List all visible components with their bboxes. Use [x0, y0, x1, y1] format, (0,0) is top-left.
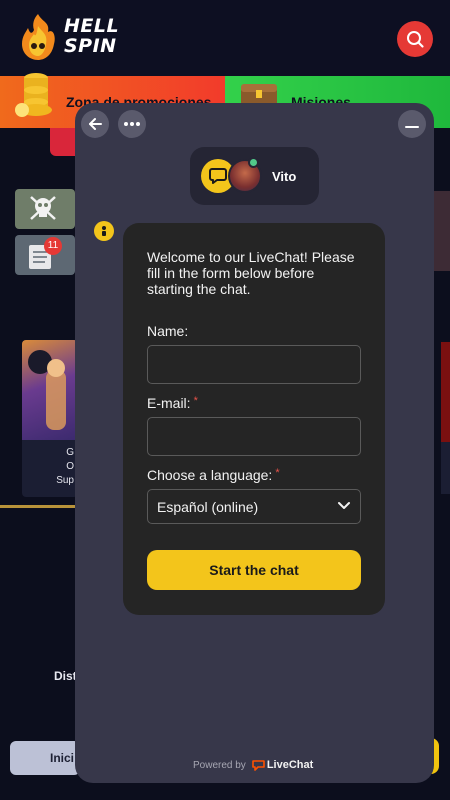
logo-text: HELL SPIN	[64, 16, 119, 56]
agent-header: Vito	[190, 147, 319, 205]
home-nav-label: Inici	[50, 751, 75, 765]
start-chat-button[interactable]: Start the chat	[147, 550, 361, 590]
more-options-icon	[124, 122, 140, 126]
minimize-button[interactable]	[398, 110, 426, 138]
scroll-badge-icon[interactable]: 11	[15, 235, 75, 275]
game-card[interactable]: G O Sup	[22, 340, 78, 497]
livechat-brand-icon	[252, 759, 265, 771]
game-title: G O Sup	[22, 446, 78, 488]
logo-line-1: HELL	[64, 15, 120, 37]
skull-crossbones-icon	[30, 196, 56, 220]
logo-line-2: SPIN	[64, 35, 117, 57]
chevron-down-icon	[338, 502, 350, 509]
site-header: HELL SPIN	[0, 0, 450, 76]
game-title-line-1: G	[66, 447, 74, 458]
language-select[interactable]: Español (online)	[147, 489, 361, 524]
name-label-text: Name:	[147, 323, 189, 339]
skull-badge-icon[interactable]	[15, 189, 75, 229]
name-field[interactable]	[147, 345, 361, 384]
section-label: Dist	[54, 669, 77, 683]
minimize-icon	[405, 126, 419, 128]
search-button[interactable]	[397, 21, 433, 57]
language-selected-value: Español (online)	[157, 499, 259, 515]
section-divider	[0, 505, 80, 508]
game-title-line-2: O	[66, 461, 74, 472]
game-thumbnail	[22, 340, 78, 440]
info-icon	[102, 226, 106, 236]
powered-by-text: Powered by	[193, 759, 246, 771]
back-arrow-icon	[89, 118, 102, 130]
language-label-text: Choose a language:	[147, 467, 273, 483]
more-options-button[interactable]	[118, 110, 146, 138]
powered-by-footer[interactable]: Powered by LiveChat	[193, 759, 313, 771]
hellspin-logo[interactable]: HELL SPIN	[14, 10, 134, 66]
right-panel-edge	[434, 191, 450, 271]
language-label: Choose a language: *	[147, 467, 280, 483]
game-card-partial[interactable]	[441, 342, 450, 494]
prechat-form: Welcome to our LiveChat! Please fill in …	[123, 223, 385, 615]
email-label-text: E-mail:	[147, 395, 191, 411]
search-icon	[407, 31, 424, 48]
system-message-icon	[94, 221, 114, 241]
notification-badge: 11	[44, 237, 62, 255]
game-title-line-3: Sup	[56, 475, 74, 486]
agent-name: Vito	[272, 169, 297, 184]
back-button[interactable]	[81, 110, 109, 138]
home-nav-button[interactable]: Inici	[10, 741, 80, 775]
coins-icon	[15, 73, 52, 117]
welcome-message: Welcome to our LiveChat! Please fill in …	[147, 249, 355, 297]
chat-bubble-icon	[209, 168, 227, 184]
drops-wins-art	[28, 350, 66, 430]
livechat-brand-name: LiveChat	[266, 759, 314, 771]
required-mark: *	[193, 395, 198, 407]
name-label: Name:	[147, 323, 188, 339]
livechat-widget: Vito Welcome to our LiveChat! Please fil…	[75, 103, 434, 783]
game-thumbnail-partial	[441, 342, 450, 442]
required-mark: *	[275, 467, 280, 479]
email-label: E-mail: *	[147, 395, 198, 411]
flame-skull-icon	[22, 14, 55, 60]
online-status-dot	[248, 157, 259, 168]
email-field[interactable]	[147, 417, 361, 456]
